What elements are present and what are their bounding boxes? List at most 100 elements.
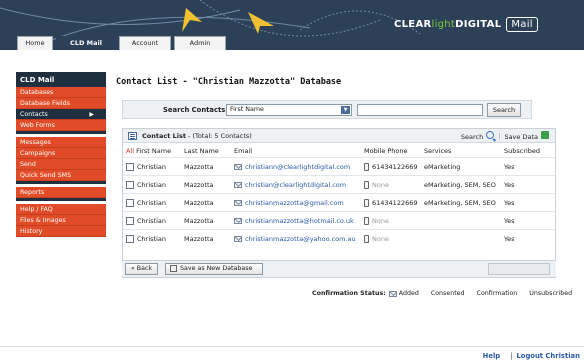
email-link[interactable]: christianmazzotta@yahoo.com.au (245, 235, 356, 243)
first-name: Christian (137, 216, 166, 225)
cell-subscribed: Yes (501, 175, 555, 194)
list-title-text: Contact List (142, 132, 186, 140)
cell-subscribed: Yes (501, 229, 555, 248)
table-row: Christian Mazzotta christianmazzotta@hot… (123, 211, 555, 230)
list-footer-bar: « Back Save as New Database (122, 260, 556, 277)
sidebar-item-database-fields[interactable]: Database Fields (16, 98, 106, 109)
save-data-label: Save Data (504, 133, 538, 141)
brand-logo: CLEAR light DIGITAL Mail (394, 17, 538, 32)
confirmation-status-legend: Confirmation Status: Added Consented Con… (312, 290, 572, 297)
cell-last-name: Mazzotta (181, 157, 231, 176)
first-name: Christian (137, 162, 166, 171)
email-link[interactable]: christian@clearlightdigital.com (245, 181, 346, 189)
cell-mobile: None (361, 175, 421, 194)
cell-services (421, 229, 501, 248)
contact-list-panel: Contact List - (Total: 5 Contacts) Searc… (122, 128, 556, 278)
email-link[interactable]: christiann@clearlightdigital.com (245, 163, 350, 171)
sidebar-item-messages[interactable]: Messages (16, 137, 106, 148)
chevron-right-icon: ▶ (89, 111, 94, 118)
app-header: CLEAR light DIGITAL Mail Home CLD Mail Acc… (0, 0, 584, 50)
sidebar-item-quick-send-sms[interactable]: Quick Send SMS (16, 170, 106, 181)
search-label: Search Contacts: (163, 106, 229, 114)
legend-label: Confirmation Status: (312, 290, 386, 297)
row-checkbox[interactable] (126, 198, 134, 207)
page-title: Contact List - "Christian Mazzotta" Data… (116, 77, 342, 87)
column-last-name: Last Name (184, 147, 219, 155)
cell-mobile: 61434122669 (361, 157, 421, 176)
chevron-down-icon: ▼ (341, 106, 350, 114)
sidebar-item-files-images[interactable]: Files & Images (16, 215, 106, 226)
cell-first-name: Christian (123, 193, 181, 212)
brand-digital: DIGITAL (455, 19, 502, 30)
search-field-value: First Name (230, 106, 264, 113)
sidebar-item-databases[interactable]: Databases (16, 87, 106, 98)
paper-plane-icon (182, 8, 202, 32)
database-icon (170, 264, 177, 272)
sidebar-item-history[interactable]: History (16, 226, 106, 237)
row-checkbox[interactable] (126, 234, 134, 243)
envelope-icon (234, 163, 242, 170)
legend-confirmation: Confirmation (476, 290, 518, 297)
table-header-row: All First Name Last Name Email Mobile Ph… (123, 145, 555, 158)
search-bar: Search Contacts: First Name ▼ Search (122, 100, 532, 119)
cell-first-name: Christian (123, 229, 181, 248)
sidebar-item-help-faq[interactable]: Help / FAQ (16, 204, 106, 215)
cell-mobile: None (361, 229, 421, 248)
cell-last-name: Mazzotta (181, 229, 231, 248)
cell-last-name: Mazzotta (181, 175, 231, 194)
search-icon (486, 131, 495, 139)
footer-separator: | (510, 352, 513, 360)
email-link[interactable]: christianmazzotta@hotmail.co.uk (245, 217, 354, 225)
cell-email: christianmazzotta@gmail.com (231, 193, 361, 212)
column-first-name-label: First Name (136, 147, 172, 155)
sidebar-item-web-forms[interactable]: Web Forms (16, 120, 106, 131)
tab-account[interactable]: Account (119, 36, 171, 50)
envelope-icon (234, 199, 242, 206)
mobile-phone: None (372, 234, 389, 243)
column-first-name: All First Name (123, 145, 181, 158)
divider: | (498, 132, 501, 140)
row-checkbox[interactable] (126, 180, 134, 189)
top-tabs: Home CLD Mail Account Admin (17, 36, 226, 50)
mobile-phone-icon (364, 216, 369, 225)
save-as-new-database-button[interactable]: Save as New Database (165, 263, 263, 275)
sidebar-item-send[interactable]: Send (16, 159, 106, 170)
mobile-phone: None (372, 180, 389, 189)
cell-services: eMarketing, SEM, SEO (421, 175, 501, 194)
sidebar-item-reports[interactable]: Reports (16, 187, 106, 198)
back-button[interactable]: « Back (125, 263, 158, 275)
search-input[interactable] (357, 104, 483, 116)
help-link[interactable]: Help (483, 352, 501, 360)
list-header-actions: Search | Save Data (461, 131, 549, 141)
legend-consented: Consented (430, 290, 465, 297)
cell-last-name: Mazzotta (181, 193, 231, 212)
cell-last-name: Mazzotta (181, 211, 231, 230)
search-field-select[interactable]: First Name ▼ (226, 104, 352, 116)
tab-cld-mail[interactable]: CLD Mail (56, 36, 116, 50)
save-icon (541, 131, 549, 139)
sidebar-item-campaigns[interactable]: Campaigns (16, 148, 106, 159)
tab-home[interactable]: Home (17, 36, 53, 50)
first-name: Christian (137, 198, 166, 207)
sidebar-heading: CLD Mail (16, 72, 106, 87)
tab-admin[interactable]: Admin (174, 36, 226, 50)
mobile-phone: None (372, 216, 389, 225)
logout-link[interactable]: Logout Christian (516, 352, 580, 360)
search-link[interactable]: Search (461, 131, 495, 141)
cell-mobile: 61434122669 (361, 193, 421, 212)
row-checkbox[interactable] (126, 162, 134, 171)
row-checkbox[interactable] (126, 216, 134, 225)
search-button[interactable]: Search (487, 103, 521, 117)
sidebar-item-contacts-label: Contacts (20, 111, 48, 118)
contacts-table: All First Name Last Name Email Mobile Ph… (123, 145, 555, 248)
first-name: Christian (137, 234, 166, 243)
email-link[interactable]: christianmazzotta@gmail.com (245, 199, 344, 207)
table-row: Christian Mazzotta christian@clearlightd… (123, 175, 555, 194)
save-data-link[interactable]: Save Data (504, 131, 549, 141)
contact-list-header: Contact List - (Total: 5 Contacts) Searc… (123, 129, 555, 143)
select-all-link[interactable]: All (126, 147, 134, 155)
table-row: Christian Mazzotta christianmazzotta@gma… (123, 193, 555, 212)
footer-links: Help | Logout Christian (483, 352, 580, 360)
column-mobile-phone: Mobile Phone (364, 147, 408, 155)
sidebar-item-contacts[interactable]: Contacts ▶ (16, 109, 106, 120)
